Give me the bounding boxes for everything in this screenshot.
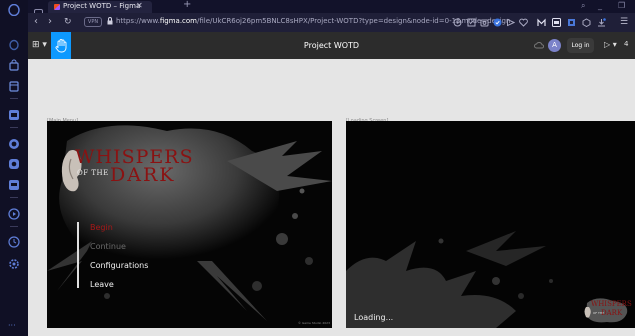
loading-text: Loading... xyxy=(354,313,394,322)
game-title-of-the: OF THE xyxy=(77,169,109,177)
cube-icon[interactable] xyxy=(582,18,591,27)
url-field[interactable]: https://www.figma.com/file/UkCR6oj26pm5B… xyxy=(116,17,510,25)
menu-item-leave[interactable]: Leave xyxy=(90,280,114,289)
address-bar: ‹ › ↻ VPN https://www.figma.com/file/UkC… xyxy=(28,13,635,32)
send-icon[interactable] xyxy=(506,18,515,27)
more-options-icon[interactable]: ··· xyxy=(8,322,20,334)
target-icon[interactable] xyxy=(453,18,462,27)
tab-project-wotd[interactable]: Project WOTD – Figma ✕ xyxy=(48,1,152,13)
browser-sidebar: ··· xyxy=(0,0,28,336)
url-domain: figma.com xyxy=(159,17,197,25)
forward-arrow-icon[interactable]: › xyxy=(48,16,52,27)
copyright-text: © Game Studio 2023 xyxy=(298,321,330,325)
shopping-bag-icon[interactable] xyxy=(8,59,20,71)
game-title-dark: DARK xyxy=(110,164,176,186)
lock-icon[interactable] xyxy=(107,17,113,25)
extension-m-icon[interactable] xyxy=(537,18,546,27)
calendar-icon[interactable] xyxy=(8,80,20,92)
menu-item-continue[interactable]: Continue xyxy=(90,242,126,251)
shield-check-icon[interactable] xyxy=(493,18,502,27)
url-path: /file/UkCR6oj26pm5BNLC8sHPX/Project-WOTD… xyxy=(197,17,511,25)
menu-item-begin[interactable]: Begin xyxy=(90,223,113,232)
figma-toolbar: ⊞ ▾ Project WOTD A Log in ▷ ▾ 4 xyxy=(28,32,635,59)
menu-item-configurations[interactable]: Configurations xyxy=(90,261,148,270)
opera-logo-small-icon[interactable] xyxy=(8,39,20,51)
vpn-badge[interactable]: VPN xyxy=(84,17,102,27)
sidebar-divider xyxy=(10,197,18,198)
log-in-button[interactable]: Log in xyxy=(567,38,594,53)
cloud-offline-icon xyxy=(534,42,544,49)
snapshot-icon[interactable] xyxy=(467,18,476,27)
extension-bookmark-icon[interactable] xyxy=(567,18,576,27)
tab-title: Project WOTD – Figma xyxy=(63,2,141,10)
tab-strip: Project WOTD – Figma ✕ + ⌕ _ ❐ xyxy=(28,0,635,17)
easy-setup-menu-icon[interactable]: ☰ xyxy=(620,17,628,27)
restore-button[interactable]: ❐ xyxy=(618,1,625,10)
reload-icon[interactable]: ↻ xyxy=(64,17,72,27)
download-icon[interactable] xyxy=(597,18,606,27)
mini-logo-dark: DARK xyxy=(601,309,623,317)
menu-vertical-bar xyxy=(77,222,79,288)
heart-icon[interactable] xyxy=(519,18,528,27)
sidebar-divider xyxy=(10,98,18,99)
url-prefix: https://www. xyxy=(116,17,160,25)
opera-logo-icon[interactable] xyxy=(8,4,20,16)
tab-close-icon[interactable]: ✕ xyxy=(136,1,143,10)
player-icon[interactable] xyxy=(8,208,20,220)
settings-gear-icon[interactable] xyxy=(8,258,20,270)
figma-favicon-icon xyxy=(54,4,60,10)
history-clock-icon[interactable] xyxy=(8,236,20,248)
back-arrow-icon[interactable]: ‹ xyxy=(34,16,38,27)
frame-loading-screen[interactable]: Loading... WHISPERS OF THE DARK xyxy=(346,121,635,328)
screen: ··· Project WOTD – Figma ✕ + ⌕ _ ❐ ‹ › ↻… xyxy=(0,0,635,336)
mini-game-logo: WHISPERS OF THE DARK xyxy=(583,297,632,325)
design-canvas[interactable]: [Main Menu] [Loading Screen] xyxy=(28,59,635,336)
search-tabs-icon[interactable]: ⌕ xyxy=(581,1,585,11)
sidebar-divider xyxy=(10,127,18,128)
frame-main-menu[interactable]: WHISPERS OF THE DARK Begin Continue Conf… xyxy=(47,121,332,328)
whatsapp-icon[interactable] xyxy=(8,138,20,150)
extension-photo-icon[interactable] xyxy=(552,18,561,27)
avatar[interactable]: A xyxy=(548,39,561,52)
twitch-icon[interactable] xyxy=(8,179,20,191)
camera-icon[interactable] xyxy=(480,18,489,27)
instagram-icon[interactable] xyxy=(8,158,20,170)
messenger-icon[interactable] xyxy=(8,109,20,121)
minimize-button[interactable]: _ xyxy=(598,1,602,10)
present-button[interactable]: ▷ ▾ xyxy=(604,40,617,49)
sidebar-divider xyxy=(10,226,18,227)
zoom-level[interactable]: 4 xyxy=(624,40,628,48)
new-tab-button[interactable]: + xyxy=(183,0,191,10)
mini-logo-whispers: WHISPERS xyxy=(591,300,632,308)
tab-island-icon[interactable] xyxy=(34,2,43,17)
